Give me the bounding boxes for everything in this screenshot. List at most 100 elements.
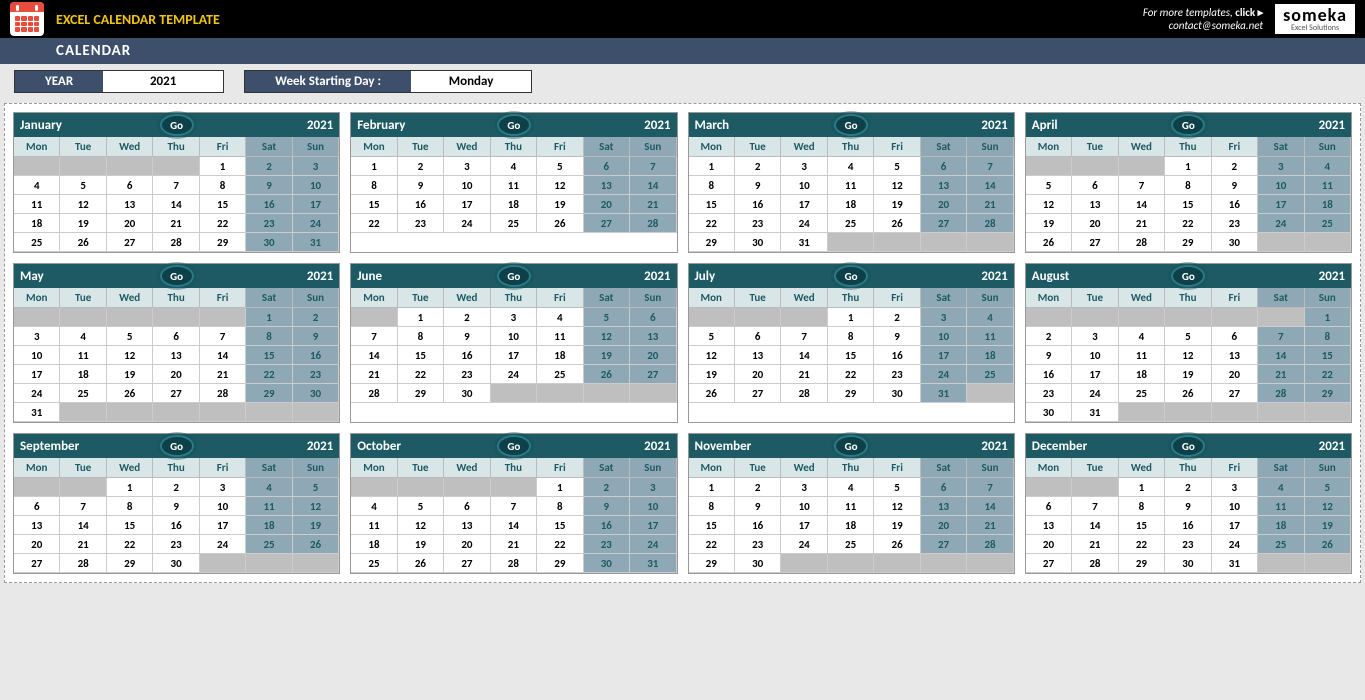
day-header: Tue — [398, 288, 444, 308]
go-button[interactable]: Go — [160, 265, 194, 287]
day-cell: 29 — [200, 233, 246, 252]
go-button[interactable]: Go — [834, 435, 868, 457]
month-header: FebruaryGo2021 — [351, 113, 676, 137]
day-cell: 13 — [107, 195, 153, 214]
day-cell: 13 — [1072, 195, 1118, 214]
go-button[interactable]: Go — [1171, 265, 1205, 287]
someka-logo[interactable]: someka Excel Solutions — [1275, 4, 1355, 34]
day-header: Tue — [1072, 137, 1118, 157]
day-header: Fri — [874, 137, 920, 157]
day-headers: MonTueWedThuFriSatSun — [1026, 458, 1351, 478]
day-cell: 24 — [293, 214, 339, 233]
contact-email: contact@someka.net — [1143, 19, 1263, 32]
day-cell: 27 — [107, 233, 153, 252]
day-cell: 4 — [537, 308, 583, 327]
day-cell: 12 — [107, 346, 153, 365]
day-cell: 31 — [921, 384, 967, 403]
day-cell: 5 — [293, 478, 339, 497]
day-cell: 29 — [689, 233, 735, 252]
day-cell: 24 — [14, 384, 60, 403]
day-cell: 20 — [153, 365, 199, 384]
day-cell: 19 — [689, 365, 735, 384]
day-cell: 22 — [689, 214, 735, 233]
day-header: Mon — [351, 458, 397, 478]
month-year: 2021 — [1319, 118, 1345, 133]
days-grid: 1234567891011121314151617181920212223242… — [351, 308, 676, 403]
day-cell: 18 — [351, 535, 397, 554]
month-name: May — [20, 269, 44, 284]
day-cell: 4 — [828, 478, 874, 497]
day-cell: 10 — [444, 176, 490, 195]
go-button[interactable]: Go — [834, 265, 868, 287]
day-cell: 11 — [1305, 176, 1351, 195]
month-header: MayGo2021 — [14, 264, 339, 288]
day-header: Fri — [537, 137, 583, 157]
go-button[interactable]: Go — [834, 114, 868, 136]
day-cell: 27 — [1026, 554, 1072, 573]
go-button[interactable]: Go — [1171, 114, 1205, 136]
month-year: 2021 — [1319, 439, 1345, 454]
month-june: JuneGo2021MonTueWedThuFriSatSun123456789… — [350, 263, 677, 423]
day-cell: 11 — [491, 176, 537, 195]
day-cell: 9 — [153, 497, 199, 516]
day-header: Wed — [781, 458, 827, 478]
week-start-input[interactable]: Monday — [411, 71, 531, 92]
day-cell: 6 — [1212, 327, 1258, 346]
go-button[interactable]: Go — [497, 265, 531, 287]
day-cell: 12 — [1026, 195, 1072, 214]
day-cell: 24 — [1072, 384, 1118, 403]
days-grid: 1234567891011121314151617181920212223242… — [1026, 478, 1351, 573]
go-button[interactable]: Go — [1171, 435, 1205, 457]
day-cell — [1026, 308, 1072, 327]
day-cell: 19 — [584, 346, 630, 365]
day-cell: 29 — [1305, 384, 1351, 403]
day-cell: 22 — [246, 365, 292, 384]
day-cell: 8 — [398, 327, 444, 346]
day-header: Wed — [444, 288, 490, 308]
go-button[interactable]: Go — [497, 114, 531, 136]
day-cell: 6 — [921, 478, 967, 497]
day-cell: 15 — [1165, 195, 1211, 214]
day-cell: 7 — [491, 497, 537, 516]
day-cell: 22 — [200, 214, 246, 233]
month-header: DecemberGo2021 — [1026, 434, 1351, 458]
day-cell: 8 — [1165, 176, 1211, 195]
day-header: Tue — [60, 137, 106, 157]
day-cell: 4 — [351, 497, 397, 516]
day-cell: 2 — [735, 478, 781, 497]
day-cell: 4 — [1258, 478, 1304, 497]
day-cell: 15 — [351, 195, 397, 214]
day-cell: 11 — [537, 327, 583, 346]
day-cell: 8 — [1119, 497, 1165, 516]
day-cell — [1165, 403, 1211, 422]
day-cell: 26 — [584, 365, 630, 384]
day-header: Sun — [1305, 288, 1351, 308]
day-cell: 11 — [14, 195, 60, 214]
year-input[interactable]: 2021 — [103, 71, 223, 92]
day-header: Sat — [584, 137, 630, 157]
day-header: Mon — [14, 137, 60, 157]
day-header: Mon — [351, 288, 397, 308]
day-cell: 14 — [967, 176, 1013, 195]
day-cell — [921, 233, 967, 252]
go-button[interactable]: Go — [497, 435, 531, 457]
day-cell: 30 — [735, 554, 781, 573]
day-cell: 2 — [1026, 327, 1072, 346]
day-cell: 3 — [921, 308, 967, 327]
day-cell — [1258, 403, 1304, 422]
day-cell: 7 — [630, 157, 676, 176]
day-header: Thu — [491, 137, 537, 157]
go-button[interactable]: Go — [160, 114, 194, 136]
days-grid: 1234567891011121314151617181920212223242… — [14, 478, 339, 573]
day-cell: 16 — [584, 516, 630, 535]
day-cell: 1 — [200, 157, 246, 176]
day-header: Wed — [107, 458, 153, 478]
day-cell — [967, 233, 1013, 252]
day-cell: 27 — [584, 214, 630, 233]
day-cell: 26 — [689, 384, 735, 403]
day-cell: 20 — [1212, 365, 1258, 384]
calendar-sheet: JanuaryGo2021MonTueWedThuFriSatSun123456… — [4, 103, 1361, 583]
go-button[interactable]: Go — [160, 435, 194, 457]
more-templates-link[interactable]: click ▸ — [1235, 6, 1263, 19]
day-cell: 7 — [153, 176, 199, 195]
